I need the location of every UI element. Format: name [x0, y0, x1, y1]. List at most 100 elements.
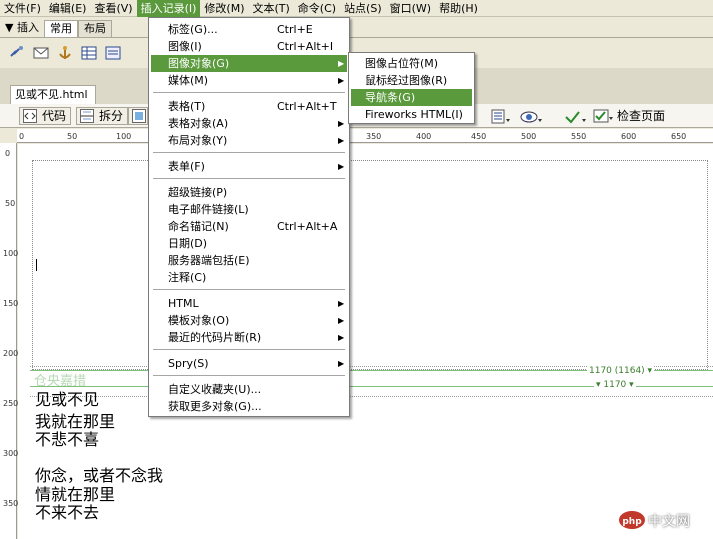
check-page-label: 检查页面: [617, 109, 666, 123]
tab-layout[interactable]: 布局: [77, 20, 112, 37]
ruler-tick: 300: [3, 449, 19, 458]
ruler-tick: 50: [5, 199, 16, 208]
menu-item-label: 鼠标经过图像(R): [365, 74, 448, 87]
check-page-button[interactable]: 检查页面: [593, 107, 665, 125]
menu-item-email-link[interactable]: 电子邮件链接(L): [151, 201, 347, 218]
menu-item-fireworks-html[interactable]: Fireworks HTML(I): [351, 106, 472, 123]
menu-commands[interactable]: 命令(C): [294, 0, 340, 17]
menu-view[interactable]: 查看(V): [90, 0, 136, 17]
menu-item-shortcut: Ctrl+Alt+I: [277, 40, 334, 53]
tab-common[interactable]: 常用: [43, 20, 78, 37]
menu-item-date[interactable]: 日期(D): [151, 235, 347, 252]
code-view-button[interactable]: 代码: [19, 107, 72, 125]
submenu-arrow-icon: ▶: [338, 359, 345, 368]
block-outline-bottom: [30, 396, 713, 397]
menu-site[interactable]: 站点(S): [340, 0, 386, 17]
menu-item-customize-favorites[interactable]: 自定义收藏夹(U)...: [151, 381, 347, 398]
menu-item-label: Spry(S): [168, 357, 209, 370]
validate-icon[interactable]: [564, 109, 588, 125]
menu-item-html[interactable]: HTML ▶: [151, 295, 347, 312]
menu-item-label: HTML: [168, 297, 199, 310]
menu-modify[interactable]: 修改(M): [200, 0, 248, 17]
submenu-arrow-icon: ▶: [338, 76, 345, 85]
check-page-icon: [593, 109, 613, 123]
menu-item-rollover-image[interactable]: 鼠标经过图像(R): [351, 72, 472, 89]
menu-item-label: 布局对象(Y): [168, 134, 228, 147]
submenu-arrow-icon: ▶: [338, 333, 345, 342]
menu-separator: [153, 289, 345, 290]
menu-item-image-objects[interactable]: 图像对象(G) ▶: [151, 55, 347, 72]
menu-item-spry[interactable]: Spry(S) ▶: [151, 355, 347, 372]
document-tab[interactable]: 见或不见.html: [10, 85, 96, 104]
insert-panel-toggle[interactable]: ▼ 插入: [0, 20, 44, 37]
table-icon[interactable]: [80, 44, 98, 62]
menu-bar: 文件(F) 编辑(E) 查看(V) 插入记录(I) 修改(M) 文本(T) 命令…: [0, 0, 713, 17]
split-icon: [80, 109, 94, 123]
width-label-1: 1170 (1164) ▾: [587, 366, 655, 376]
menu-text[interactable]: 文本(T): [248, 0, 293, 17]
submenu-arrow-icon: ▶: [338, 162, 345, 171]
menu-item-form[interactable]: 表单(F) ▶: [151, 158, 347, 175]
menu-edit[interactable]: 编辑(E): [45, 0, 91, 17]
ruler-tick: 500: [521, 132, 537, 141]
ruler-tick: 650: [671, 132, 687, 141]
menu-insert[interactable]: 插入记录(I): [136, 0, 201, 17]
menu-item-tag[interactable]: 标签(G)... Ctrl+E: [151, 21, 347, 38]
menu-item-label: 表单(F): [168, 160, 205, 173]
poem-line: 我就在那里: [35, 412, 116, 431]
menu-item-template-objects[interactable]: 模板对象(O) ▶: [151, 312, 347, 329]
image-objects-submenu: 图像占位符(M) 鼠标经过图像(R) 导航条(G) Fireworks HTML…: [348, 52, 475, 124]
menu-item-label: Fireworks HTML(I): [365, 108, 463, 121]
ruler-tick: 350: [3, 499, 19, 508]
hyperlink-icon[interactable]: [8, 44, 26, 62]
menu-item-table-objects[interactable]: 表格对象(A) ▶: [151, 115, 347, 132]
width-label-2: ▾ 1170 ▾: [594, 380, 636, 390]
poem-line: 不来不去: [35, 503, 100, 522]
horizontal-ruler: 0 50 100 150 200 250 300 350 400 450 500…: [17, 129, 713, 143]
watermark-text: 中文网: [648, 514, 690, 530]
view-options-icon[interactable]: [491, 109, 513, 125]
ruler-tick: 200: [3, 349, 19, 358]
ruler-tick: 250: [3, 399, 19, 408]
menu-item-label: 获取更多对象(G)...: [168, 400, 262, 413]
menu-item-server-side-include[interactable]: 服务器端包括(E): [151, 252, 347, 269]
design-view-button[interactable]: [128, 107, 148, 125]
code-icon: [23, 109, 37, 123]
menu-item-layout-objects[interactable]: 布局对象(Y) ▶: [151, 132, 347, 149]
text-caret: [36, 259, 37, 271]
named-anchor-icon[interactable]: [56, 44, 74, 62]
visual-aids-icon[interactable]: [520, 109, 544, 125]
menu-item-label: 图像对象(G): [168, 57, 230, 70]
menu-item-label: 最近的代码片断(R): [168, 331, 262, 344]
ruler-tick: 0: [19, 132, 25, 141]
poem-line: 你念，或者不念我: [35, 466, 164, 485]
menu-item-navigation-bar[interactable]: 导航条(G): [351, 89, 472, 106]
email-link-icon[interactable]: [32, 44, 50, 62]
poem-line: 见或不见: [35, 390, 100, 409]
menu-item-label: 表格对象(A): [168, 117, 229, 130]
submenu-arrow-icon: ▶: [338, 136, 345, 145]
div-icon[interactable]: [104, 44, 122, 62]
menu-item-table[interactable]: 表格(T) Ctrl+Alt+T: [151, 98, 347, 115]
menu-item-recent-snippets[interactable]: 最近的代码片断(R) ▶: [151, 329, 347, 346]
split-view-label: 拆分: [99, 109, 124, 123]
menu-window[interactable]: 窗口(W): [386, 0, 435, 17]
menu-separator: [153, 92, 345, 93]
menu-item-get-more-objects[interactable]: 获取更多对象(G)...: [151, 398, 347, 415]
menu-item-named-anchor[interactable]: 命名锚记(N) Ctrl+Alt+A: [151, 218, 347, 235]
insert-menu-dropdown: 标签(G)... Ctrl+E 图像(I) Ctrl+Alt+I 图像对象(G) ▶ …: [148, 17, 350, 417]
menu-item-shortcut: Ctrl+E: [277, 23, 313, 36]
menu-separator: [153, 152, 345, 153]
submenu-arrow-icon: ▶: [338, 119, 345, 128]
menu-item-shortcut: Ctrl+Alt+A: [277, 220, 338, 233]
menu-item-comment[interactable]: 注释(C): [151, 269, 347, 286]
menu-item-hyperlink[interactable]: 超级链接(P): [151, 184, 347, 201]
menu-item-media[interactable]: 媒体(M) ▶: [151, 72, 347, 89]
menu-file[interactable]: 文件(F): [0, 0, 45, 17]
menu-item-label: 导航条(G): [365, 91, 416, 104]
menu-item-shortcut: Ctrl+Alt+T: [277, 100, 337, 113]
menu-help[interactable]: 帮助(H): [435, 0, 482, 17]
split-view-button[interactable]: 拆分: [76, 107, 129, 125]
menu-item-image[interactable]: 图像(I) Ctrl+Alt+I: [151, 38, 347, 55]
menu-item-image-placeholder[interactable]: 图像占位符(M): [351, 55, 472, 72]
